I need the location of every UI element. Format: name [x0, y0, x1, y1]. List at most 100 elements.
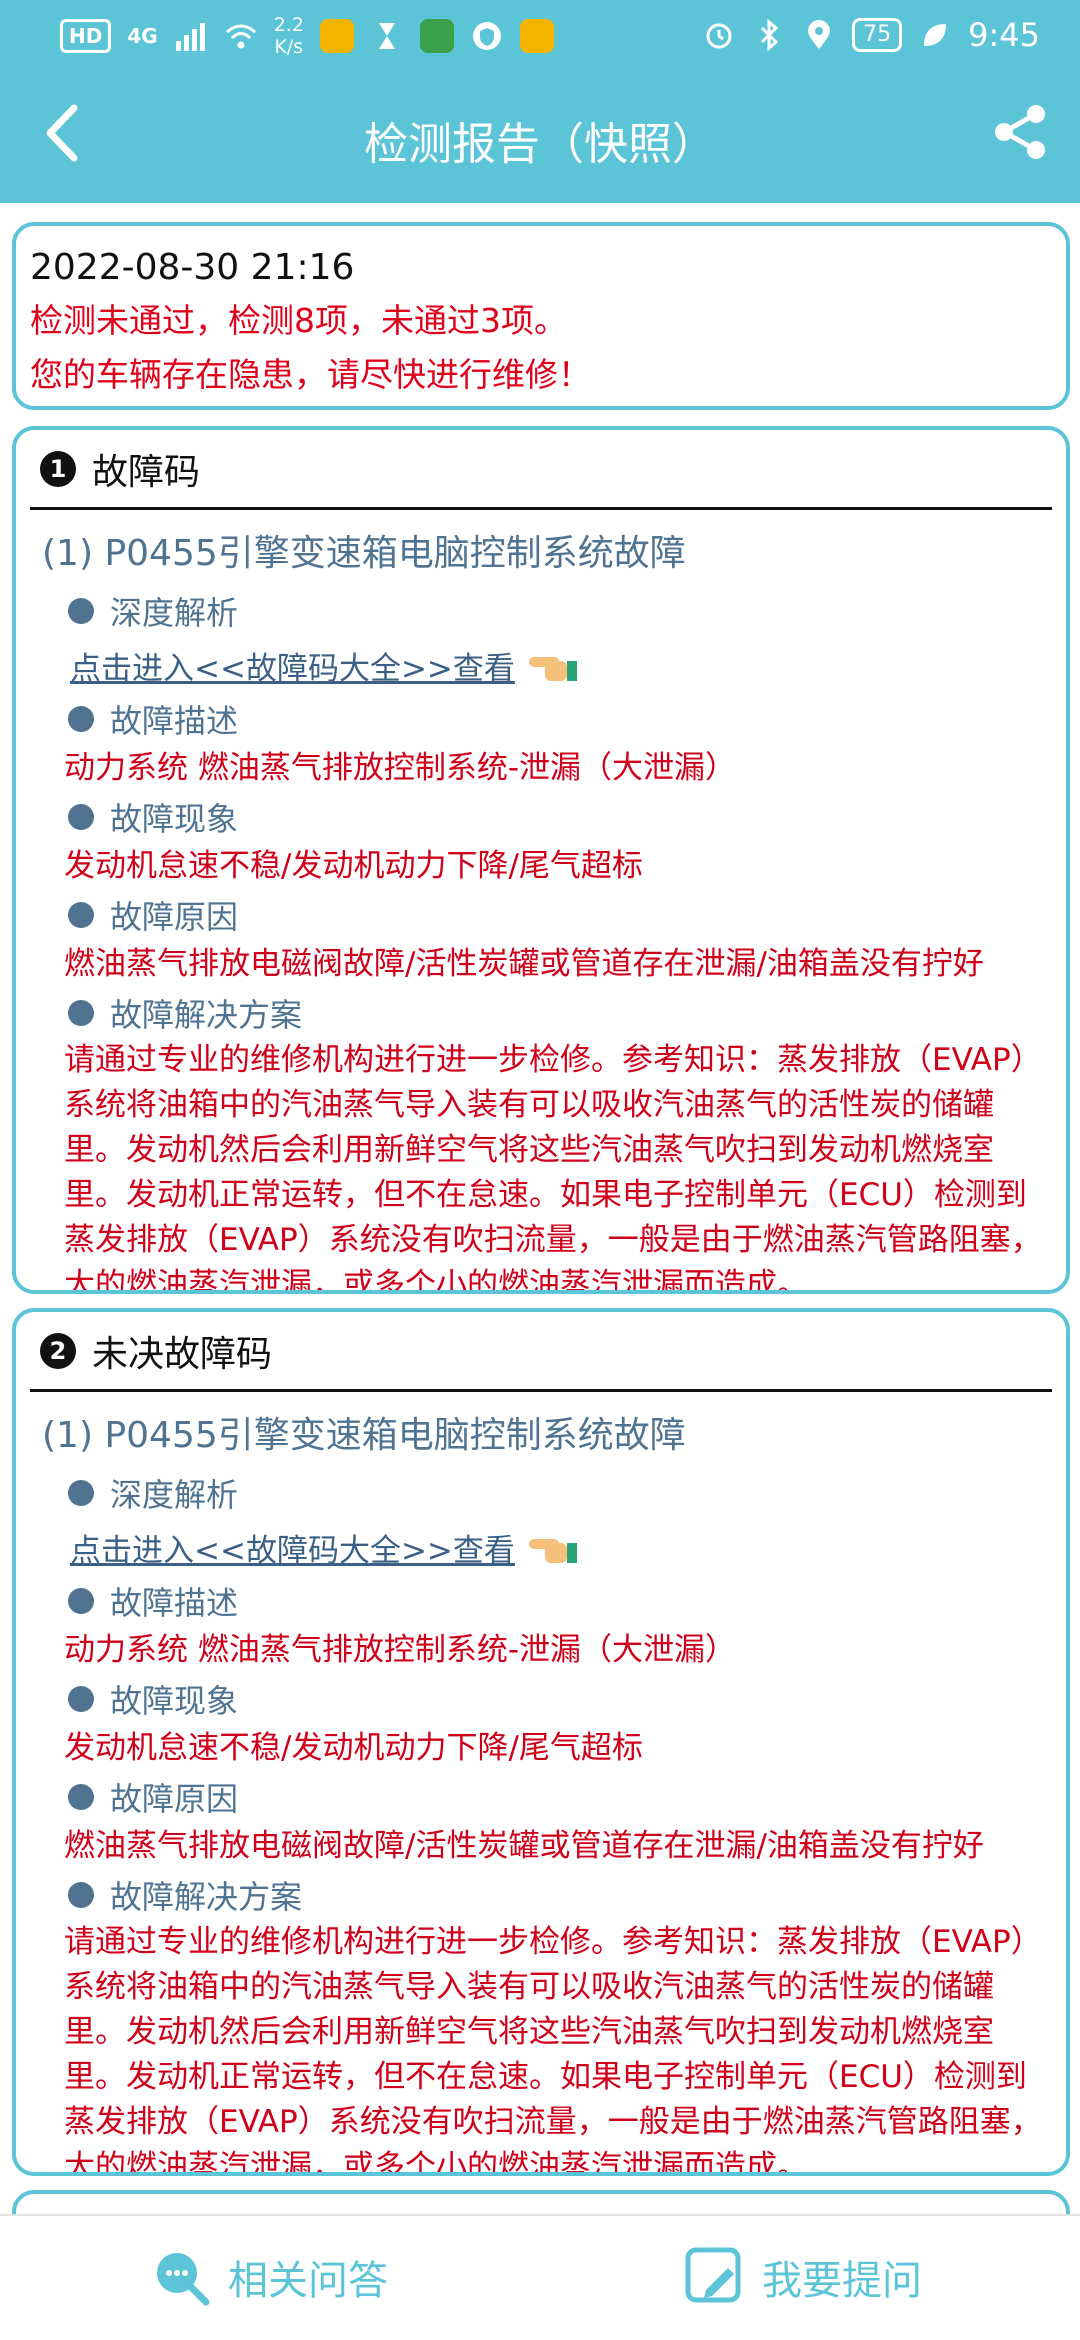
edit-icon — [685, 2247, 741, 2303]
code-library-link-row: 点击进入<<故障码大全>>查看 — [30, 1518, 1052, 1576]
fault-description-label: 故障描述 — [30, 694, 1052, 744]
subheading: 故障原因 — [110, 898, 239, 936]
fault-solution-line: 里。发动机正常运转，但不在怠速。如果电子控制单元（ECU）检测到 — [64, 1177, 1027, 1213]
fault-solution-line: 里。发动机然后会利用新鲜空气将这些汽油蒸气吹扫到发动机燃烧室 — [64, 2014, 994, 2050]
fault-solution-line: 大的燃油蒸汽泄漏，或多个小的燃油蒸汽泄漏而造成。 — [64, 2149, 808, 2176]
fault-cause: 燃油蒸气排放电磁阀故障/活性炭罐或管道存在泄漏/油箱盖没有拧好 — [64, 946, 984, 982]
deep-analysis-label: 深度解析 — [30, 586, 1052, 636]
subheading: 故障现象 — [110, 1682, 239, 1720]
fault-code-title: (1) P0455引擎变速箱电脑控制系统故障 — [42, 1415, 686, 1456]
bullet-icon — [68, 1686, 94, 1712]
section-number: 2 — [40, 1332, 76, 1369]
advice-text: 您的车辆存在隐患，请尽快进行维修！ — [30, 355, 591, 394]
subheading: 故障原因 — [110, 1780, 239, 1818]
subheading: 深度解析 — [110, 1476, 239, 1514]
report-datetime: 2022-08-30 21:16 — [30, 247, 355, 288]
wifi-icon — [225, 24, 256, 49]
subheading: 深度解析 — [110, 594, 239, 632]
fault-description: 动力系统 燃油蒸气排放控制系统-泄漏（大泄漏） — [64, 750, 737, 786]
section-header: 1 故障码 — [30, 430, 1052, 510]
bottom-action-bar: 相关问答 我要提问 — [0, 2214, 1080, 2340]
bullet-icon — [68, 1882, 94, 1908]
app-notification-icon — [419, 19, 454, 53]
clock: 9:45 — [968, 16, 1040, 54]
bullet-icon — [68, 706, 94, 732]
shield-icon — [472, 22, 501, 50]
bluetooth-icon — [761, 18, 779, 52]
fault-description-label: 故障描述 — [30, 1576, 1052, 1626]
section-title: 未决故障码 — [92, 1333, 273, 1375]
bullet-icon — [68, 1480, 94, 1506]
subheading: 故障描述 — [110, 702, 239, 740]
fault-cause-label: 故障原因 — [30, 1772, 1052, 1822]
result-text: 检测未通过，检测8项，未通过3项。 — [30, 301, 567, 340]
app-header: HD 4G 2.2 K/s 75 9:45 检测报告（快照） — [0, 0, 1080, 203]
bullet-icon — [68, 1000, 94, 1026]
network-speed: 2.2 K/s — [274, 14, 304, 58]
fault-symptom: 发动机怠速不稳/发动机动力下降/尾气超标 — [64, 848, 643, 884]
code-library-link[interactable]: 点击进入<<故障码大全>>查看 — [70, 1525, 515, 1570]
related-qa-button[interactable]: 相关问答 — [150, 2246, 388, 2308]
section-header: 2 未决故障码 — [30, 1312, 1052, 1392]
ask-question-button[interactable]: 我要提问 — [684, 2246, 922, 2308]
fault-solution-line: 蒸发排放（EVAP）系统没有吹扫流量，一般是由于燃油蒸汽管路阻塞， — [64, 2104, 1042, 2140]
page-title: 检测报告（快照） — [364, 119, 716, 170]
section-title: 故障码 — [92, 451, 201, 493]
bullet-icon — [68, 804, 94, 830]
subheading: 故障描述 — [110, 1584, 239, 1622]
bullet-icon — [68, 1784, 94, 1810]
status-bar: HD 4G 2.2 K/s 75 9:45 — [0, 0, 1080, 78]
app-notification-icon — [519, 19, 554, 53]
signal-icon — [175, 23, 205, 51]
speed-unit: K/s — [274, 36, 304, 58]
fault-code-title: (1) P0455引擎变速箱电脑控制系统故障 — [42, 533, 686, 574]
fault-code-section: 1 故障码 (1) P0455引擎变速箱电脑控制系统故障 深度解析 点击进入<<… — [12, 426, 1070, 1294]
subheading: 故障解决方案 — [110, 996, 303, 1034]
nav-bar: 检测报告（快照） — [0, 78, 1080, 203]
pending-fault-code-section: 2 未决故障码 (1) P0455引擎变速箱电脑控制系统故障 深度解析 点击进入… — [12, 1308, 1070, 2176]
fault-solution-label: 故障解决方案 — [30, 1870, 1052, 1920]
ask-question-label: 我要提问 — [762, 2258, 922, 2304]
code-library-link-row: 点击进入<<故障码大全>>查看 — [30, 636, 1052, 694]
pointing-hand-icon — [528, 1539, 577, 1563]
alarm-icon — [706, 23, 732, 49]
fault-symptom-label: 故障现象 — [30, 1674, 1052, 1724]
location-icon — [808, 20, 831, 49]
fault-symptom: 发动机怠速不稳/发动机动力下降/尾气超标 — [64, 1730, 643, 1766]
status-right: 75 9:45 — [702, 16, 1040, 54]
section-number: 1 — [40, 450, 76, 487]
bullet-icon — [68, 1588, 94, 1614]
status-left: HD 4G 2.2 K/s — [60, 14, 554, 58]
fault-solution-line: 蒸发排放（EVAP）系统没有吹扫流量，一般是由于燃油蒸汽管路阻塞， — [64, 1222, 1042, 1258]
fault-solution-line: 请通过专业的维修机构进行进一步检修。参考知识：蒸发排放（EVAP） — [64, 1042, 1042, 1078]
hourglass-icon — [378, 23, 395, 49]
fault-solution-line: 系统将油箱中的汽油蒸气导入装有可以吸收汽油蒸气的活性炭的储罐 — [64, 1087, 994, 1123]
search-chat-icon — [157, 2253, 210, 2306]
battery-indicator: 75 — [852, 18, 903, 52]
fault-solution-label: 故障解决方案 — [30, 988, 1052, 1038]
bullet-icon — [68, 598, 94, 624]
fault-solution-line: 里。发动机正常运转，但不在怠速。如果电子控制单元（ECU）检测到 — [64, 2059, 1027, 2095]
deep-analysis-label: 深度解析 — [30, 1468, 1052, 1518]
fault-solution-line: 系统将油箱中的汽油蒸气导入装有可以吸收汽油蒸气的活性炭的储罐 — [64, 1969, 994, 2005]
fault-symptom-label: 故障现象 — [30, 792, 1052, 842]
fault-solution-line: 大的燃油蒸汽泄漏，或多个小的燃油蒸汽泄漏而造成。 — [64, 1267, 808, 1294]
fault-solution-line: 请通过专业的维修机构进行进一步检修。参考知识：蒸发排放（EVAP） — [64, 1924, 1042, 1960]
hd-badge: HD — [60, 19, 112, 53]
related-qa-label: 相关问答 — [228, 2258, 388, 2304]
leaf-icon — [924, 24, 947, 46]
fault-cause-label: 故障原因 — [30, 890, 1052, 940]
share-icon[interactable] — [988, 100, 1052, 164]
pointing-hand-icon — [528, 657, 577, 681]
fault-cause: 燃油蒸气排放电磁阀故障/活性炭罐或管道存在泄漏/油箱盖没有拧好 — [64, 1828, 984, 1864]
code-library-link[interactable]: 点击进入<<故障码大全>>查看 — [70, 643, 515, 688]
fault-description: 动力系统 燃油蒸气排放控制系统-泄漏（大泄漏） — [64, 1632, 737, 1668]
summary-card: 2022-08-30 21:16 检测未通过，检测8项，未通过3项。 您的车辆存… — [12, 222, 1070, 410]
bullet-icon — [68, 902, 94, 928]
fault-solution-line: 里。发动机然后会利用新鲜空气将这些汽油蒸气吹扫到发动机燃烧室 — [64, 1132, 994, 1168]
subheading: 故障解决方案 — [110, 1878, 303, 1916]
app-notification-icon — [319, 19, 354, 53]
speed-value: 2.2 — [273, 14, 304, 36]
subheading: 故障现象 — [110, 800, 239, 838]
network-label: 4G — [127, 24, 158, 48]
